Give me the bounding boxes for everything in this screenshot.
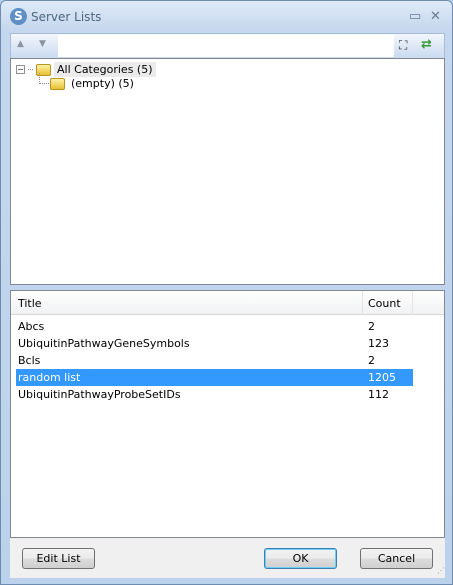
table-row[interactable]: Bcls 2 [16, 352, 413, 369]
server-list-table: Title Count Abcs 2 UbiquitinPathwayGeneSy… [10, 290, 445, 538]
table-row[interactable]: Abcs 2 [16, 318, 413, 335]
collapse-icon[interactable]: − [16, 65, 25, 74]
refresh-icon[interactable]: ⇄ [421, 37, 432, 52]
tree-node-label: All Categories (5) [54, 62, 156, 77]
server-lists-window: S Server Lists ▭ ✕ ▲ ▼ ⛶ ⇄ − All Categor… [0, 0, 453, 585]
edit-list-button[interactable]: Edit List [22, 548, 95, 569]
category-tree: − All Categories (5) (empty) (5) [10, 58, 445, 285]
tree-node-label: (empty) (5) [71, 77, 134, 90]
arrow-down-icon[interactable]: ▼ [39, 39, 46, 49]
toolbar: ▲ ▼ ⛶ ⇄ [10, 33, 445, 58]
column-header-count[interactable]: Count [368, 297, 401, 310]
window-title: Server Lists [31, 10, 102, 24]
column-header-title[interactable]: Title [18, 297, 42, 310]
ok-button[interactable]: OK [264, 548, 337, 569]
tree-node-all-categories[interactable]: − All Categories (5) [16, 62, 156, 77]
table-header: Title Count [11, 291, 444, 315]
cancel-button[interactable]: Cancel [360, 548, 433, 569]
tree-node-empty[interactable]: (empty) (5) [50, 77, 134, 90]
minimize-icon[interactable]: ▭ [409, 9, 421, 24]
resize-grip-icon[interactable]: ⋰ [437, 566, 445, 575]
search-input[interactable] [58, 35, 394, 57]
folder-icon [50, 77, 65, 90]
binoculars-icon[interactable]: ⛶ [399, 38, 407, 53]
app-logo-icon: S [10, 8, 27, 25]
close-icon[interactable]: ✕ [430, 9, 441, 24]
arrow-up-icon[interactable]: ▲ [17, 39, 24, 49]
table-row[interactable]: UbiquitinPathwayProbeSetIDs 112 [16, 386, 413, 403]
table-row[interactable]: UbiquitinPathwayGeneSymbols 123 [16, 335, 413, 352]
table-row-selected[interactable]: random list 1205 [16, 369, 413, 386]
